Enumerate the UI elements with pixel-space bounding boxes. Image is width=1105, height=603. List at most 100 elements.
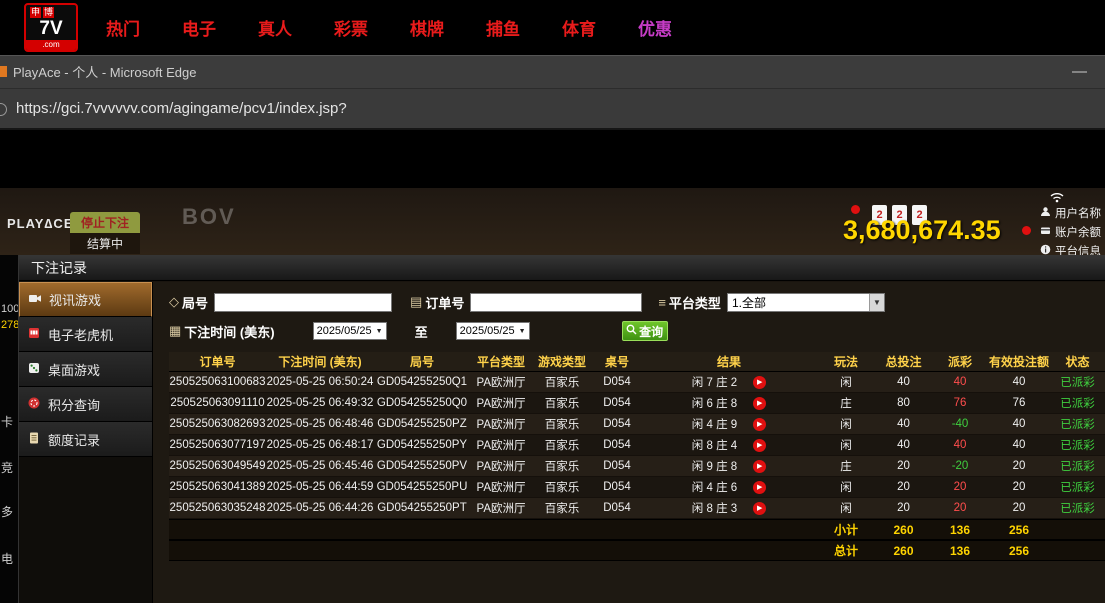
menu-item-table-games[interactable]: 桌面游戏 xyxy=(19,352,152,387)
nav-item-board[interactable]: 棋牌 xyxy=(410,15,444,40)
cell-result: 闲 7 庄 2 ▶ xyxy=(642,372,816,392)
platform-type-icon: ≡ xyxy=(658,295,666,310)
menu-item-live-games[interactable]: 视讯游戏 xyxy=(19,282,152,317)
cell-table-no: D054 xyxy=(592,477,642,497)
slot-machine-icon xyxy=(27,326,41,343)
cell-game: 百家乐 xyxy=(532,372,592,392)
cell-round: GD054255250PZ xyxy=(374,414,470,434)
date-from-select[interactable]: 2025/05/25 ▼ xyxy=(313,322,387,340)
chevron-down-icon: ▼ xyxy=(869,294,884,311)
total-bet: 260 xyxy=(876,541,931,560)
nav-item-lottery[interactable]: 彩票 xyxy=(334,15,368,40)
cell-payout: -20 xyxy=(931,456,989,476)
header-valid-bet: 有效投注额 xyxy=(989,352,1049,371)
cell-result: 闲 4 庄 6▶ xyxy=(642,477,816,497)
date-to-select[interactable]: 2025/05/25 ▼ xyxy=(456,322,530,340)
total-valid: 256 xyxy=(989,541,1049,560)
nav-item-hot[interactable]: 热门 xyxy=(106,15,140,40)
cell-round: GD054255250PU xyxy=(374,477,470,497)
reload-icon[interactable] xyxy=(0,103,7,116)
menu-item-quota-records[interactable]: 额度记录 xyxy=(19,422,152,457)
replay-button[interactable]: ▶ xyxy=(753,418,766,431)
date-range-to-label: 至 xyxy=(415,322,428,341)
logo-sub-text: .com xyxy=(26,40,76,50)
cell-status: 已派彩 xyxy=(1049,477,1105,497)
panel-header: 下注记录 xyxy=(19,255,1105,281)
replay-button[interactable]: ▶ xyxy=(753,397,766,410)
cell-bet: 40 xyxy=(876,372,931,392)
app-icon xyxy=(0,66,7,77)
search-button[interactable]: 查询 xyxy=(622,321,668,341)
round-number-input[interactable] xyxy=(214,293,392,312)
platform-type-select[interactable]: 1.全部 ▼ xyxy=(727,293,885,312)
cell-bet: 40 xyxy=(876,435,931,455)
menu-item-slot-machines[interactable]: 电子老虎机 xyxy=(19,317,152,352)
cell-game: 百家乐 xyxy=(532,456,592,476)
alert-dot-icon xyxy=(1022,226,1031,235)
cell-order: 250525063035248 xyxy=(169,498,266,518)
betting-status-box: 停止下注 结算中 xyxy=(70,212,140,254)
cell-play: 闲 xyxy=(816,477,876,497)
replay-button[interactable]: ▶ xyxy=(753,502,766,515)
side-item-username[interactable]: 用户名称 xyxy=(1040,205,1101,221)
alert-dot-icon xyxy=(851,205,860,214)
logo-main-text: 7V xyxy=(26,18,76,40)
replay-button[interactable]: ▶ xyxy=(753,376,766,389)
cell-time: 2025-05-25 06:50:24 xyxy=(266,372,374,392)
side-item-platform-info[interactable]: 平台信息 xyxy=(1040,243,1101,255)
cell-result: 闲 9 庄 8▶ xyxy=(642,456,816,476)
document-icon xyxy=(27,431,41,448)
nav-item-sports[interactable]: 体育 xyxy=(562,15,596,40)
search-icon xyxy=(626,324,637,338)
cell-valid: 20 xyxy=(989,477,1049,497)
site-logo[interactable]: 申 博 7V .com xyxy=(24,3,78,52)
order-number-input[interactable] xyxy=(470,293,642,312)
result-text: 闲 7 庄 2 xyxy=(692,374,737,390)
cell-round: GD054255250PT xyxy=(374,498,470,518)
cell-payout: -40 xyxy=(931,414,989,434)
cell-bet: 20 xyxy=(876,456,931,476)
nav-item-fishing[interactable]: 捕鱼 xyxy=(486,15,520,40)
cell-valid: 40 xyxy=(989,414,1049,434)
filter-row-2: ▦ 下注时间 (美东) 2025/05/25 ▼ 至 2025/05/25 ▼ … xyxy=(169,319,1105,343)
side-item-balance[interactable]: 账户余额 xyxy=(1040,224,1101,240)
table-row: 2505250631006832025-05-25 06:50:24GD0542… xyxy=(169,372,1105,393)
cell-payout: 40 xyxy=(931,372,989,392)
header-payout: 派彩 xyxy=(931,352,989,371)
cell-round: GD054255250PY xyxy=(374,435,470,455)
cell-valid: 20 xyxy=(989,498,1049,518)
nav-item-slots[interactable]: 电子 xyxy=(182,15,216,40)
cell-table-no: D054 xyxy=(592,435,642,455)
table-body: 2505250631006832025-05-25 06:50:24GD0542… xyxy=(169,372,1105,519)
cell-play: 闲 xyxy=(816,435,876,455)
cell-game: 百家乐 xyxy=(532,414,592,434)
round-number-label: 局号 xyxy=(182,293,208,312)
url-text[interactable]: https://gci.7vvvvvv.com/agingame/pcv1/in… xyxy=(16,89,347,129)
cell-order: 250525063049549 xyxy=(169,456,266,476)
cell-status: 已派彩 xyxy=(1049,393,1105,413)
poker-chip-icon xyxy=(27,396,41,413)
window-title-bar: PlayAce - 个人 - Microsoft Edge — xyxy=(0,55,1105,88)
cell-status: 已派彩 xyxy=(1049,414,1105,434)
table-row: 2505250630495492025-05-25 06:45:46GD0542… xyxy=(169,456,1105,477)
result-text: 闲 8 庄 3 xyxy=(692,500,737,516)
chevron-down-icon: ▼ xyxy=(519,328,526,335)
replay-button[interactable]: ▶ xyxy=(753,481,766,494)
menu-item-label: 积分查询 xyxy=(48,395,100,414)
replay-button[interactable]: ▶ xyxy=(753,460,766,473)
cell-order: 250525063082693 xyxy=(169,414,266,434)
casino-stage: PLAY∆CE 停止下注 结算中 BOV 2 2 2 3,680,674.35 … xyxy=(0,188,1105,255)
chevron-down-icon: ▼ xyxy=(376,328,383,335)
replay-button[interactable]: ▶ xyxy=(753,439,766,452)
order-number-label: 订单号 xyxy=(425,293,464,312)
table-row: 2505250630413892025-05-25 06:44:59GD0542… xyxy=(169,477,1105,498)
menu-item-points-query[interactable]: 积分查询 xyxy=(19,387,152,422)
order-number-icon: ▤ xyxy=(410,294,422,310)
nav-item-promo[interactable]: 优惠 xyxy=(638,15,672,40)
minimize-button[interactable]: — xyxy=(1072,56,1087,87)
window-title: PlayAce - 个人 - Microsoft Edge xyxy=(13,56,197,89)
nav-item-live[interactable]: 真人 xyxy=(258,15,292,40)
cell-time: 2025-05-25 06:44:26 xyxy=(266,498,374,518)
dice-icon xyxy=(27,361,41,378)
video-camera-icon xyxy=(28,291,42,308)
